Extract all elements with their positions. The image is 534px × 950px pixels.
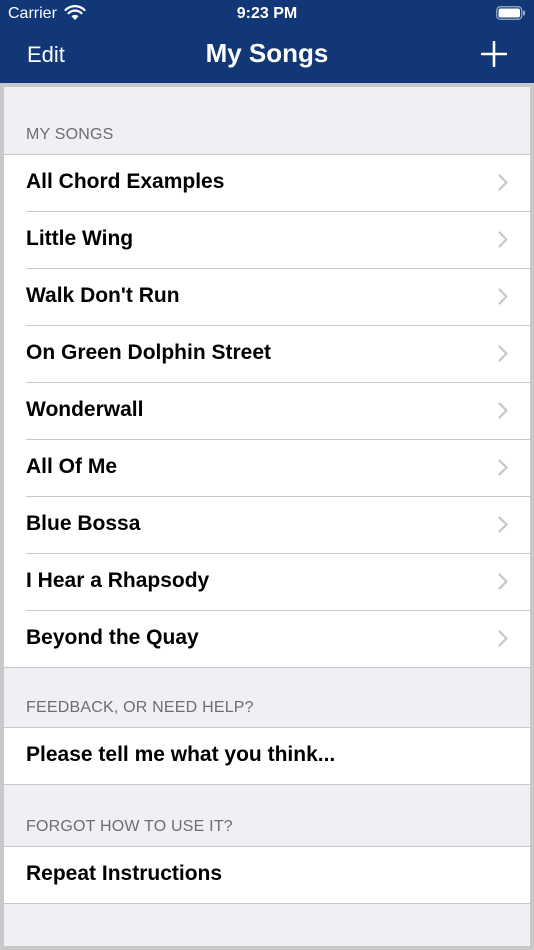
section-header-my-songs: MY SONGS [4, 87, 530, 154]
song-title: Wonderwall [26, 398, 144, 421]
chevron-right-icon [498, 231, 508, 248]
chevron-right-icon [498, 402, 508, 419]
section-header-label: FORGOT HOW TO USE IT? [26, 818, 233, 835]
song-title: Beyond the Quay [26, 626, 199, 649]
song-row[interactable]: Wonderwall [26, 383, 530, 440]
page-title: My Songs [205, 38, 329, 68]
song-title: On Green Dolphin Street [26, 341, 272, 364]
song-row[interactable]: All Chord Examples [26, 155, 530, 212]
chevron-right-icon [498, 345, 508, 362]
plus-icon[interactable] [481, 41, 507, 67]
song-row[interactable]: Little Wing [26, 212, 530, 269]
song-title: Blue Bossa [26, 512, 141, 535]
chevron-right-icon [498, 459, 508, 476]
section-header-label: MY SONGS [26, 126, 114, 143]
chevron-right-icon [498, 573, 508, 590]
song-title: I Hear a Rhapsody [26, 569, 210, 592]
song-row[interactable]: All Of Me [26, 440, 530, 497]
song-table: MY SONGS All Chord Examples Little Wing … [4, 87, 530, 946]
repeat-instructions-label: Repeat Instructions [26, 862, 223, 885]
song-row[interactable]: Walk Don't Run [26, 269, 530, 326]
songs-group: All Chord Examples Little Wing Walk Don'… [4, 154, 530, 668]
battery-icon [496, 6, 525, 20]
section-header-label: FEEDBACK, OR NEED HELP? [26, 699, 254, 716]
help-group: Repeat Instructions [4, 846, 530, 904]
section-header-feedback: FEEDBACK, OR NEED HELP? [4, 666, 530, 727]
chevron-right-icon [498, 516, 508, 533]
status-bar: Carrier 9:23 PM [0, 0, 534, 28]
repeat-instructions-row[interactable]: Repeat Instructions [26, 847, 530, 903]
song-title: Little Wing [26, 227, 134, 250]
navigation-bar: Carrier 9:23 PM Edit My Songs [0, 0, 534, 83]
song-row[interactable]: I Hear a Rhapsody [26, 554, 530, 611]
feedback-group: Please tell me what you think... [4, 727, 530, 785]
song-row[interactable]: Beyond the Quay [26, 611, 530, 667]
song-title: Walk Don't Run [26, 284, 180, 307]
chevron-right-icon [498, 174, 508, 191]
song-title: All Of Me [26, 455, 118, 478]
song-title: All Chord Examples [26, 170, 225, 193]
feedback-label: Please tell me what you think... [26, 743, 336, 766]
song-row[interactable]: Blue Bossa [26, 497, 530, 554]
feedback-row[interactable]: Please tell me what you think... [26, 728, 530, 784]
chevron-right-icon [498, 288, 508, 305]
section-header-help: FORGOT HOW TO USE IT? [4, 785, 530, 846]
song-row[interactable]: On Green Dolphin Street [26, 326, 530, 383]
chevron-right-icon [498, 630, 508, 647]
status-time: 9:23 PM [236, 5, 298, 22]
